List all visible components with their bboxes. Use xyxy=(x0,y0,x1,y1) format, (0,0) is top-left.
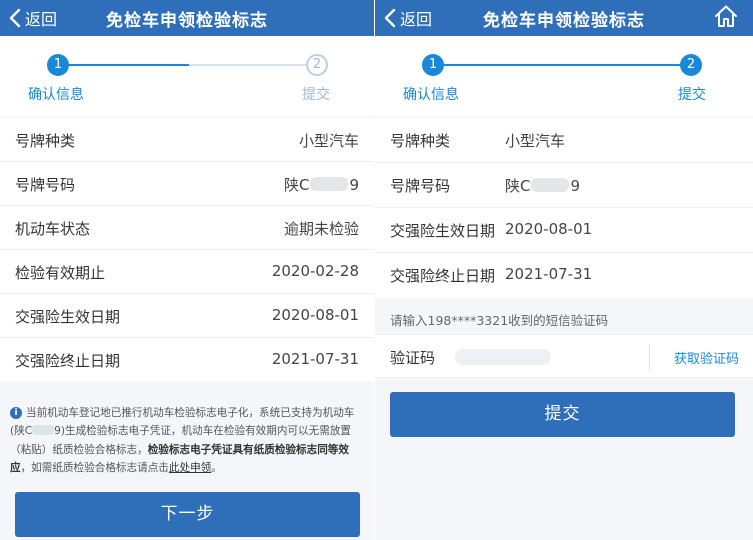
verification-code-row: 验证码 获取验证码 xyxy=(375,334,753,378)
plate-number-value: 陕C 9 xyxy=(505,175,580,196)
step-2-dot: 2 xyxy=(306,54,328,76)
get-code-button[interactable]: 获取验证码 xyxy=(674,348,739,367)
step-progress-line xyxy=(434,64,691,66)
redacted-blur xyxy=(310,177,349,191)
info-icon: i xyxy=(10,407,22,419)
row-value: 2021-07-31 xyxy=(505,265,593,283)
plate-prefix: 陕C xyxy=(505,177,531,195)
list-item: 机动车状态 逾期未检验 xyxy=(0,206,374,250)
plate-prefix: 陕C xyxy=(283,176,310,194)
list-item: 交强险生效日期 2020-08-01 xyxy=(0,294,374,338)
row-label: 交强险生效日期 xyxy=(390,222,496,240)
step-1-dot: 1 xyxy=(422,54,444,76)
step-1-label: 确认信息 xyxy=(28,87,84,103)
row-value: 逾期未检验 xyxy=(283,220,359,238)
list-item: 交强险终止日期 2021-07-31 xyxy=(0,338,374,382)
back-label: 返回 xyxy=(25,10,58,29)
divider xyxy=(649,344,650,370)
electronic-label-notice: i 当前机动车登记地已推行机动车检验标志电子化，系统已支持为机动车(陕C 9)生成检… xyxy=(10,404,362,478)
row-label: 检验有效期止 xyxy=(15,264,106,282)
row-value: 小型汽车 xyxy=(505,132,566,150)
plate-suffix: 9 xyxy=(349,176,359,194)
redacted-blur xyxy=(531,178,570,192)
code-label: 验证码 xyxy=(390,349,436,367)
step-1-dot: 1 xyxy=(47,54,69,76)
list-item: 交强险终止日期 2021-07-31 xyxy=(375,253,753,298)
apply-paper-label-link[interactable]: 此处申领 xyxy=(169,462,211,474)
step-progress-line xyxy=(60,64,189,66)
step-indicator: 1 2 确认信息 提交 xyxy=(375,36,753,116)
row-label: 号牌号码 xyxy=(390,177,451,195)
step-2-label: 提交 xyxy=(678,87,706,103)
step-2-dot: 2 xyxy=(680,54,702,76)
step-2-label: 提交 xyxy=(302,87,330,103)
plate-suffix: 9 xyxy=(570,177,581,195)
row-value: 2020-08-01 xyxy=(271,306,359,324)
vehicle-info-list: 号牌种类 小型汽车 号牌号码 陕C 9 机动车状态 逾期未检验 检验有效期止 20… xyxy=(0,118,374,382)
step-indicator: 1 2 确认信息 提交 xyxy=(0,36,374,116)
nav-bar: 返回 免检车申领检验标志 xyxy=(375,0,753,36)
nav-bar: 返回 免检车申领检验标志 xyxy=(0,0,374,36)
row-value: 2021-07-31 xyxy=(271,350,359,368)
row-value: 2020-02-28 xyxy=(271,262,359,280)
row-label: 号牌号码 xyxy=(15,176,76,194)
row-value: 小型汽车 xyxy=(298,132,359,150)
row-label: 交强险生效日期 xyxy=(15,308,121,326)
back-button[interactable]: 返回 xyxy=(383,6,432,30)
chevron-left-icon xyxy=(384,8,396,28)
list-item: 号牌种类 小型汽车 xyxy=(0,118,374,162)
notice-text: ，如需纸质检验合格标志请点击 xyxy=(20,462,169,475)
list-item: 检验有效期止 2020-02-28 xyxy=(0,250,374,294)
home-icon[interactable] xyxy=(713,3,739,29)
redacted-blur xyxy=(32,425,55,436)
next-step-button[interactable]: 下一步 xyxy=(15,492,360,537)
left-screen: 返回 免检车申领检验标志 1 2 确认信息 提交 号牌种类 小型汽车 号牌号码 … xyxy=(0,0,374,540)
plate-number-value: 陕C 9 xyxy=(284,174,359,195)
row-value: 2020-08-01 xyxy=(505,220,593,238)
list-item: 交强险生效日期 2020-08-01 xyxy=(375,208,753,253)
list-item: 号牌种类 小型汽车 xyxy=(375,118,753,163)
back-button[interactable]: 返回 xyxy=(8,6,57,30)
row-label: 号牌种类 xyxy=(390,132,451,150)
row-label: 号牌种类 xyxy=(15,132,76,150)
list-item: 号牌号码 陕C 9 xyxy=(375,163,753,208)
back-label: 返回 xyxy=(400,10,433,29)
right-screen: 返回 免检车申领检验标志 1 2 确认信息 提交 号牌种类 小型汽车 号牌号码 … xyxy=(375,0,753,540)
row-label: 交强险终止日期 xyxy=(390,267,496,285)
notice-text: 。 xyxy=(211,462,222,475)
chevron-left-icon xyxy=(9,8,21,28)
step-remaining-line xyxy=(189,64,316,66)
verification-code-input[interactable] xyxy=(451,345,641,369)
row-label: 机动车状态 xyxy=(15,220,91,238)
vehicle-info-list: 号牌种类 小型汽车 号牌号码 陕C 9 交强险生效日期 2020-08-01 交强… xyxy=(375,118,753,298)
row-label: 交强险终止日期 xyxy=(15,352,121,370)
submit-button[interactable]: 提交 xyxy=(390,392,735,437)
step-1-label: 确认信息 xyxy=(403,87,459,103)
list-item: 号牌号码 陕C 9 xyxy=(0,162,374,206)
sms-code-tip: 请输入198****3321收到的短信验证码 xyxy=(390,313,609,328)
